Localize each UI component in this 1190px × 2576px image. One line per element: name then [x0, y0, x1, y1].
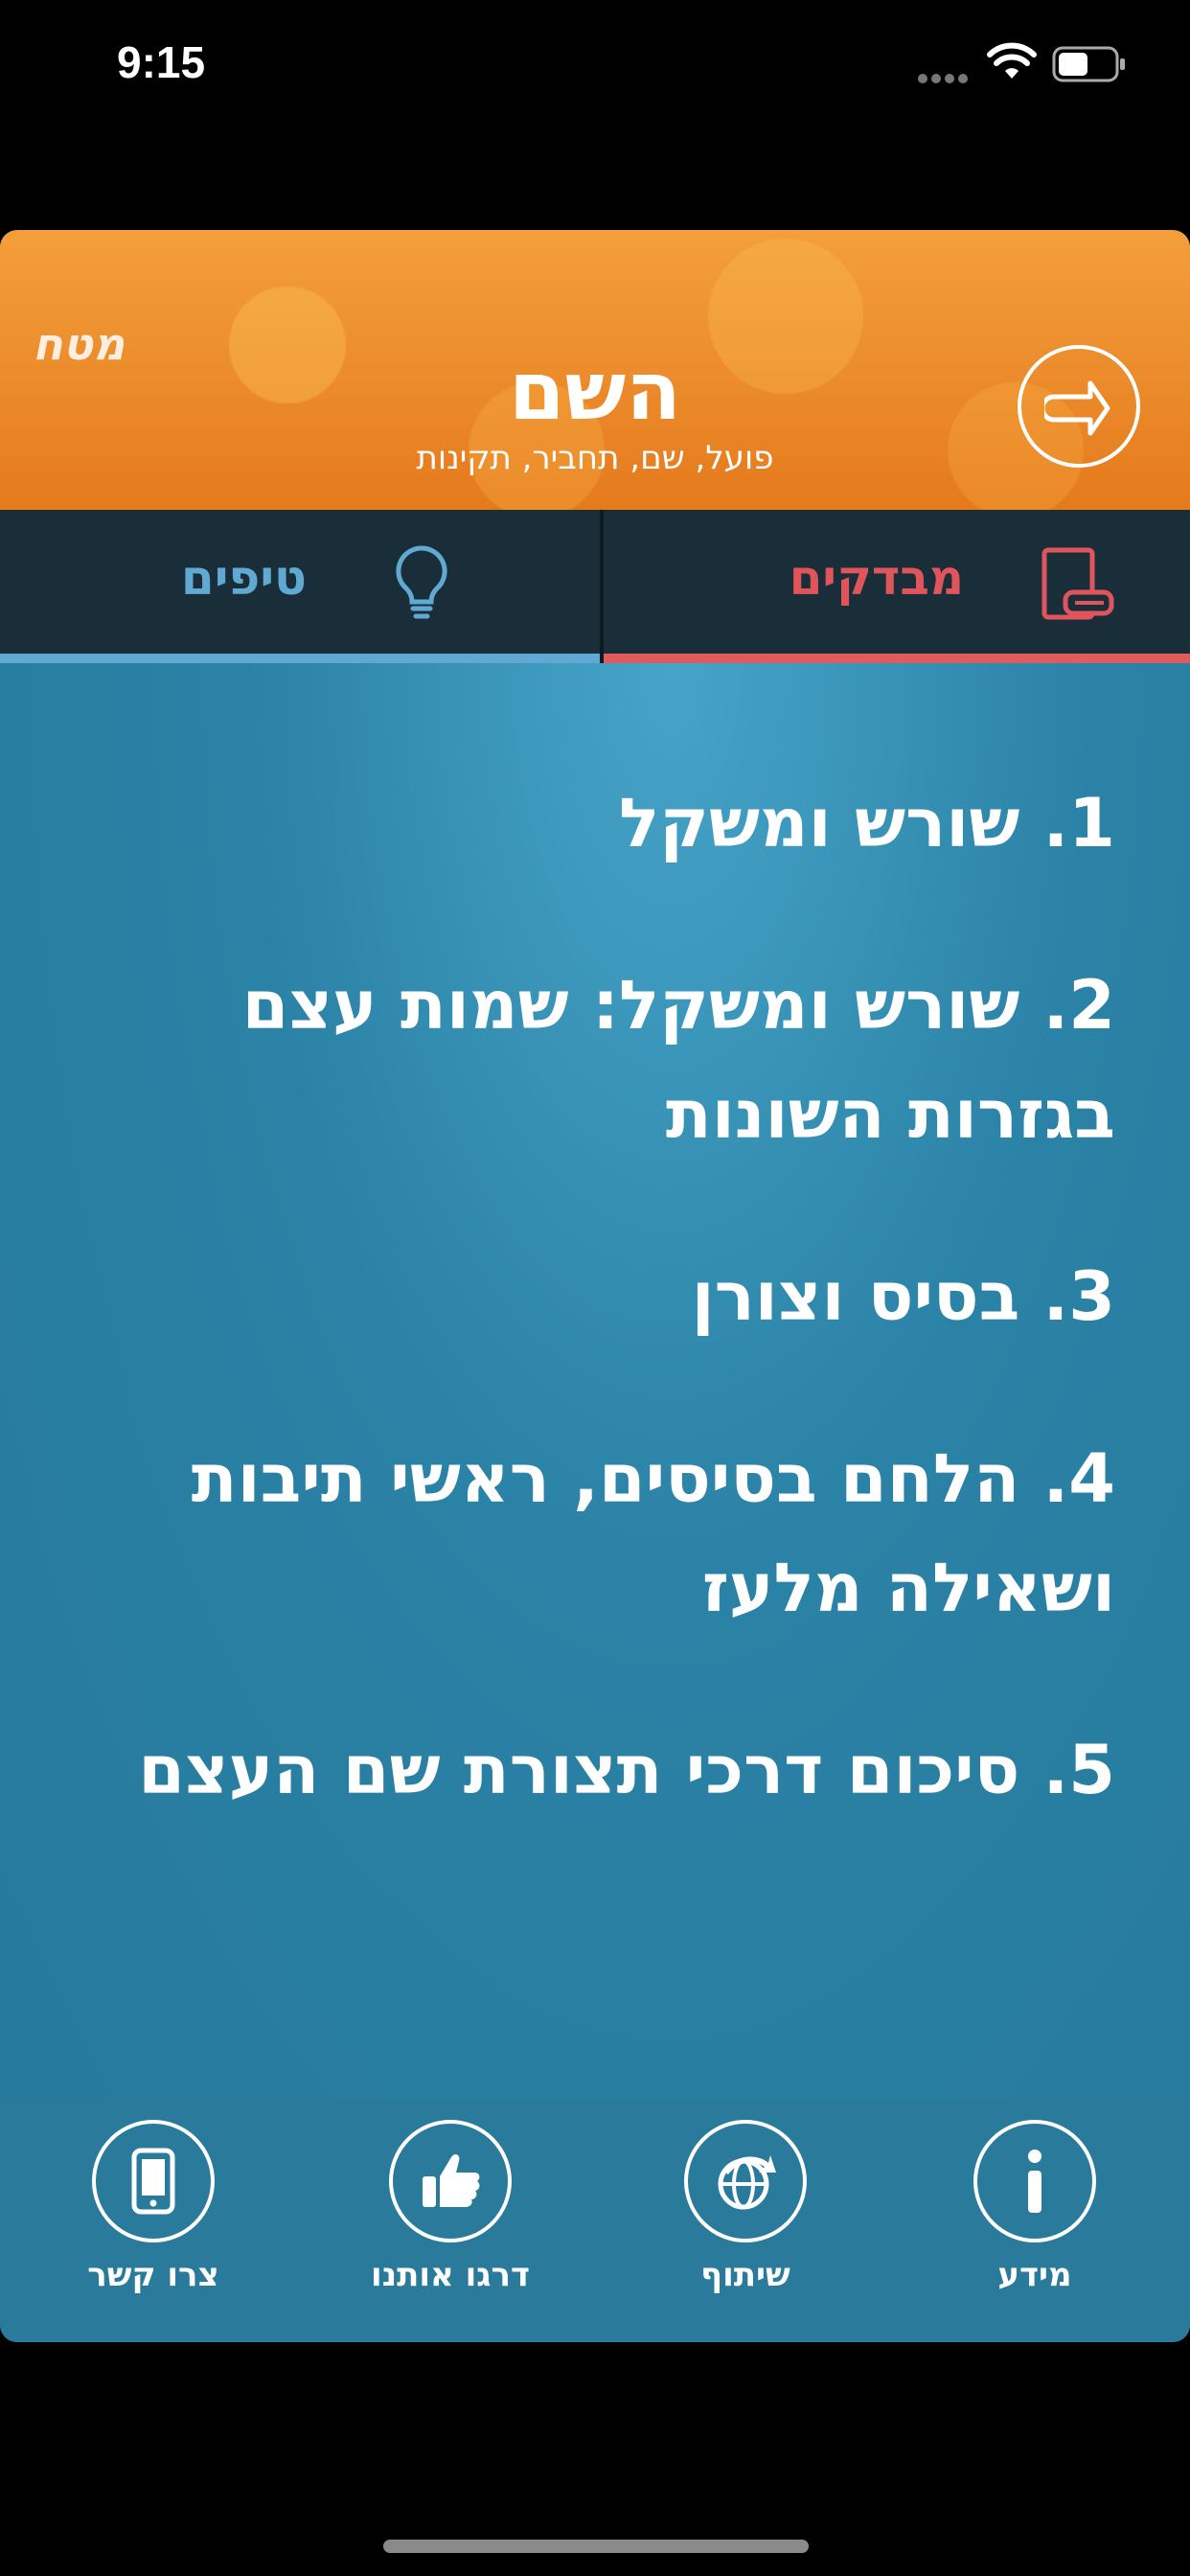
info-icon [1028, 2150, 1041, 2213]
globe-share-icon [718, 2155, 776, 2210]
status-time: 9:15 [117, 37, 206, 87]
app-card: מטח השם פועל, שם, תחביר, תקינות טיפים מב… [0, 230, 1190, 2342]
phone-icon [131, 2148, 175, 2215]
info-button[interactable]: מידע [939, 2120, 1131, 2312]
tab-bar: טיפים מבדקים [0, 510, 1190, 663]
lesson-item-4[interactable]: 4. הלחם בסיסים, ראשי תיבות ושאילה מלעז [80, 1424, 1115, 1643]
test-notebook-icon [1041, 547, 1114, 620]
share-button[interactable]: שיתוף [650, 2120, 841, 2312]
page-subtitle: פועל, שם, תחביר, תקינות [416, 439, 774, 477]
tab-tests[interactable]: מבדקים [604, 510, 1190, 663]
lesson-list: 1. שורש ומשקל 2. שורש ומשקל: שמות עצם בג… [80, 769, 1115, 1898]
lesson-item-3[interactable]: 3. בסיס וצורן [80, 1242, 1115, 1351]
lesson-item-5[interactable]: 5. סיכום דרכי תצורת שם העצם [80, 1715, 1115, 1825]
lesson-list-panel: 1. שורש ומשקל 2. שורש ומשקל: שמות עצם בג… [0, 663, 1190, 2101]
status-bar: 9:15 [0, 0, 1190, 134]
wifi-icon [987, 42, 1037, 79]
play-button[interactable] [1018, 345, 1140, 468]
tab-tips[interactable]: טיפים [0, 510, 600, 663]
lesson-item-2[interactable]: 2. שורש ומשקל: שמות עצם בגזרות השונות [80, 951, 1115, 1169]
battery-icon [1052, 46, 1125, 82]
play-icon [1044, 380, 1110, 436]
lightbulb-icon [396, 545, 447, 619]
tab-tests-label: מבדקים [789, 550, 964, 606]
thumbs-up-icon [423, 2154, 480, 2207]
lesson-item-1[interactable]: 1. שורש ומשקל [80, 769, 1115, 878]
tab-tips-label: טיפים [180, 550, 307, 606]
bottom-bar: צרו קשר דרגו אותנו שיתוף מידע [0, 2101, 1190, 2342]
contact-button[interactable]: צרו קשר [57, 2120, 249, 2312]
rate-us-button[interactable]: דרגו אותנו [355, 2120, 546, 2312]
home-indicator[interactable] [383, 2540, 809, 2553]
header: מטח השם פועל, שם, תחביר, תקינות [0, 230, 1190, 510]
page-title: השם [509, 344, 681, 438]
cellular-signal-icon [918, 69, 972, 83]
